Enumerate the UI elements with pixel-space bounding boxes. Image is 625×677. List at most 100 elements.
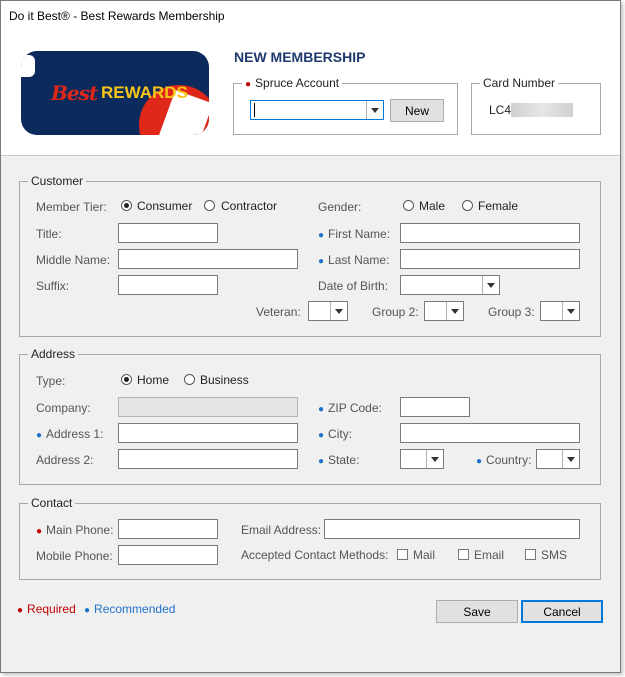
- first-name-field[interactable]: [400, 223, 580, 243]
- group2-label: Group 2:: [372, 305, 419, 319]
- chevron-down-icon[interactable]: [426, 450, 443, 468]
- business-radio-label[interactable]: Business: [200, 373, 249, 387]
- company-label: Company:: [36, 401, 91, 415]
- last-name-field[interactable]: [400, 249, 580, 269]
- card-number-label: Card Number: [480, 76, 559, 90]
- chevron-down-icon[interactable]: [482, 276, 499, 294]
- contact-methods-label: Accepted Contact Methods:: [241, 548, 389, 562]
- dob-picker[interactable]: [400, 275, 500, 295]
- gender-label: Gender:: [318, 200, 362, 214]
- save-button[interactable]: Save: [436, 600, 518, 623]
- email-checkbox-label[interactable]: Email: [474, 548, 504, 562]
- recommended-dot-icon: ●: [84, 605, 91, 616]
- spruce-account-label-text: Spruce Account: [255, 76, 340, 90]
- title-bar: Do it Best® - Best Rewards Membership: [1, 1, 620, 31]
- recommended-dot-icon: ●: [318, 404, 325, 415]
- membership-window: Do it Best® - Best Rewards Membership Be…: [0, 0, 621, 673]
- address2-field[interactable]: [118, 449, 298, 469]
- address1-label: ● Address 1:: [36, 427, 103, 441]
- male-radio[interactable]: [403, 200, 414, 211]
- recommended-dot-icon: ●: [318, 230, 325, 241]
- sms-checkbox-label[interactable]: SMS: [541, 548, 567, 562]
- state-label-text: State:: [328, 453, 360, 467]
- dob-label: Date of Birth:: [318, 279, 389, 293]
- recommended-legend-text: Recommended: [94, 602, 176, 616]
- text-caret: [254, 103, 255, 117]
- required-legend: ● Required: [17, 602, 76, 616]
- business-radio[interactable]: [184, 374, 195, 385]
- home-radio-label[interactable]: Home: [137, 373, 169, 387]
- female-radio-label[interactable]: Female: [478, 199, 518, 213]
- address1-label-text: Address 1:: [46, 427, 104, 441]
- address1-field[interactable]: [118, 423, 298, 443]
- first-name-label-text: First Name:: [328, 227, 391, 241]
- recommended-dot-icon: ●: [318, 256, 325, 267]
- mail-checkbox[interactable]: [397, 549, 408, 560]
- main-phone-label-text: Main Phone:: [46, 523, 114, 537]
- logo-best-text: Best: [51, 81, 98, 105]
- email-field[interactable]: [324, 519, 580, 539]
- email-checkbox[interactable]: [458, 549, 469, 560]
- window-title: Do it Best® - Best Rewards Membership: [9, 9, 225, 23]
- best-rewards-logo: Best REWARDS: [21, 51, 209, 135]
- address-type-label: Type:: [36, 374, 66, 388]
- group2-combo[interactable]: [424, 301, 464, 321]
- female-radio[interactable]: [462, 200, 473, 211]
- country-label-text: Country:: [486, 453, 532, 467]
- recommended-dot-icon: ●: [36, 430, 43, 441]
- last-name-label-text: Last Name:: [328, 253, 390, 267]
- zip-code-label: ● ZIP Code:: [318, 401, 382, 415]
- spruce-account-group: ● Spruce Account New: [233, 76, 458, 135]
- mail-checkbox-label[interactable]: Mail: [413, 548, 435, 562]
- group3-combo[interactable]: [540, 301, 580, 321]
- middle-name-label: Middle Name:: [36, 253, 111, 267]
- chevron-down-icon[interactable]: [446, 302, 463, 320]
- middle-name-field[interactable]: [118, 249, 298, 269]
- main-phone-label: ● Main Phone:: [36, 523, 113, 537]
- hand-icon: [21, 55, 35, 77]
- company-field: [118, 397, 298, 417]
- member-tier-label: Member Tier:: [36, 200, 107, 214]
- required-dot-icon: ●: [36, 526, 43, 537]
- contractor-radio-label[interactable]: Contractor: [221, 199, 277, 213]
- zip-code-field[interactable]: [400, 397, 470, 417]
- recommended-dot-icon: ●: [318, 430, 325, 441]
- card-number-value: LC4: [489, 103, 512, 117]
- address-group-label: Address: [28, 347, 79, 361]
- suffix-field[interactable]: [118, 275, 218, 295]
- main-phone-field[interactable]: [118, 519, 218, 539]
- spruce-account-label: ● Spruce Account: [242, 76, 343, 90]
- chevron-down-icon[interactable]: [562, 450, 579, 468]
- suffix-label: Suffix:: [36, 279, 70, 293]
- cancel-button[interactable]: Cancel: [521, 600, 603, 623]
- consumer-radio-label[interactable]: Consumer: [137, 199, 192, 213]
- header-panel: Best REWARDS NEW MEMBERSHIP ● Spruce Acco…: [1, 31, 620, 156]
- chevron-down-icon[interactable]: [562, 302, 579, 320]
- city-label: ● City:: [318, 427, 352, 441]
- veteran-combo[interactable]: [308, 301, 348, 321]
- chevron-down-icon[interactable]: [366, 101, 383, 119]
- recommended-dot-icon: ●: [318, 456, 325, 467]
- sms-checkbox[interactable]: [525, 549, 536, 560]
- home-radio[interactable]: [121, 374, 132, 385]
- recommended-dot-icon: ●: [476, 456, 483, 467]
- state-combo[interactable]: [400, 449, 444, 469]
- city-label-text: City:: [328, 427, 353, 441]
- required-dot-icon: ●: [245, 79, 252, 90]
- consumer-radio[interactable]: [121, 200, 132, 211]
- required-dot-icon: ●: [17, 605, 24, 616]
- chevron-down-icon[interactable]: [330, 302, 347, 320]
- group3-label: Group 3:: [488, 305, 535, 319]
- male-radio-label[interactable]: Male: [419, 199, 445, 213]
- new-account-button[interactable]: New: [390, 99, 444, 122]
- city-field[interactable]: [400, 423, 580, 443]
- last-name-label: ● Last Name:: [318, 253, 389, 267]
- spruce-account-combo[interactable]: [250, 100, 384, 120]
- mobile-phone-label: Mobile Phone:: [36, 549, 113, 563]
- country-combo[interactable]: [536, 449, 580, 469]
- title-label: Title:: [36, 227, 62, 241]
- mobile-phone-field[interactable]: [118, 545, 218, 565]
- title-field[interactable]: [118, 223, 218, 243]
- logo-rewards-text: REWARDS: [101, 83, 188, 102]
- contractor-radio[interactable]: [204, 200, 215, 211]
